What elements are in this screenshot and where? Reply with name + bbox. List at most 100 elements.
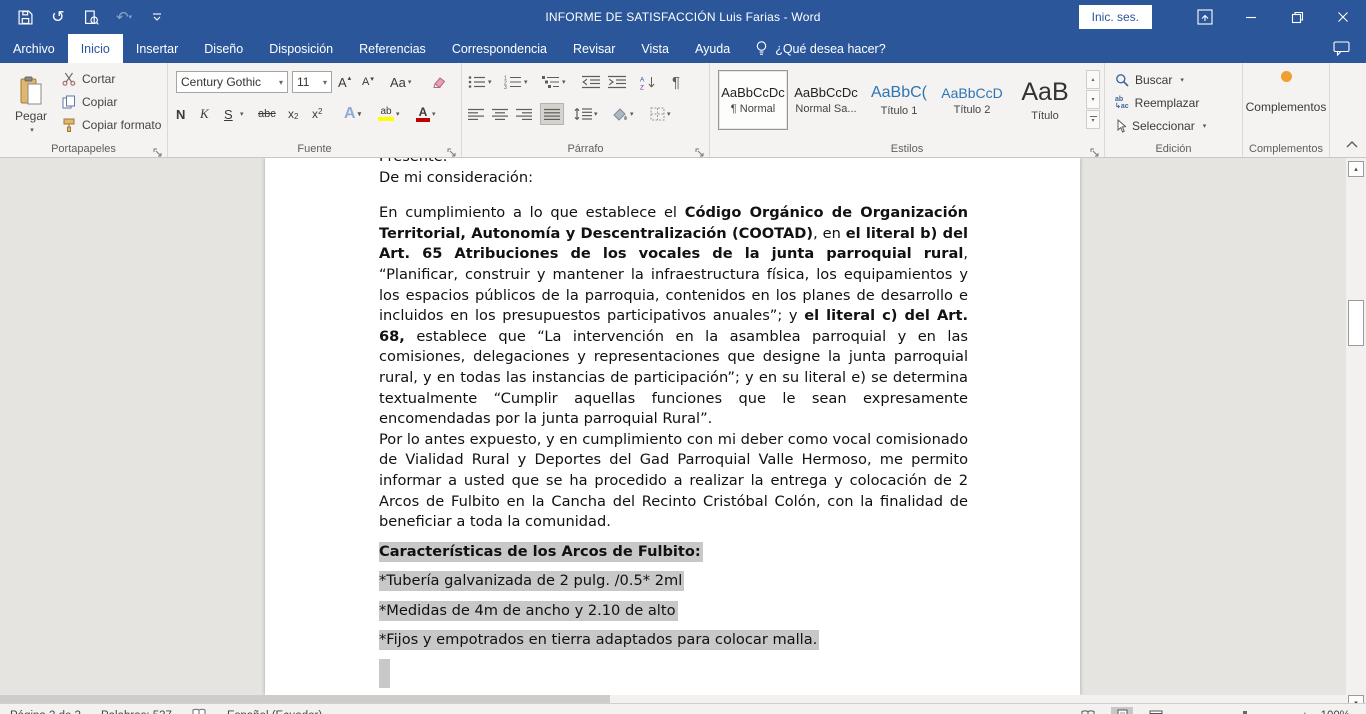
minimize-button[interactable] [1228, 0, 1274, 34]
tab-referencias[interactable]: Referencias [346, 34, 439, 63]
styles-scroll-up-icon[interactable]: ▴ [1086, 70, 1100, 89]
style-normal[interactable]: AaBbCcDc ¶ Normal [718, 70, 788, 130]
clipboard-dialog-launcher-icon[interactable] [153, 144, 163, 154]
show-paragraph-marks-button[interactable]: ¶ [672, 71, 680, 93]
styles-dialog-launcher-icon[interactable] [1090, 144, 1100, 154]
increase-indent-button[interactable] [608, 71, 626, 93]
bullet-list-icon [468, 75, 486, 89]
selected-item-fijos[interactable]: *Fijos y empotrados en tierra adaptados … [379, 630, 968, 651]
sign-in-button[interactable]: Inic. ses. [1079, 5, 1152, 29]
styles-gallery-more-icon[interactable]: ▾ [1086, 110, 1100, 129]
read-mode-icon[interactable] [1077, 707, 1099, 714]
bullets-button[interactable]: ▾ [468, 71, 492, 93]
selected-heading[interactable]: Características de los Arcos de Fulbito: [379, 542, 968, 563]
selected-item-medidas[interactable]: *Medidas de 4m de ancho y 2.10 de alto [379, 601, 968, 622]
superscript-button[interactable]: x2 [312, 103, 322, 125]
proofing-icon[interactable] [192, 708, 207, 714]
tab-disposicion[interactable]: Disposición [256, 34, 346, 63]
zoom-in-icon[interactable]: + [1301, 708, 1309, 714]
align-right-button[interactable] [516, 103, 532, 125]
horizontal-scrollbar-thumb[interactable] [0, 695, 610, 703]
collapse-ribbon-icon[interactable] [1346, 135, 1358, 153]
tab-revisar[interactable]: Revisar [560, 34, 628, 63]
bold-button[interactable]: N [176, 103, 185, 125]
shrink-font-button[interactable]: A▾ [362, 71, 374, 93]
style-titulo-2[interactable]: AaBbCcD Título 2 [937, 70, 1007, 130]
vertical-scrollbar[interactable]: ▴ ▾ [1346, 158, 1366, 714]
tab-archivo[interactable]: Archivo [0, 34, 68, 63]
borders-button[interactable]: ▾ [650, 103, 671, 125]
paragraph-cumplimiento[interactable]: En cumplimiento a lo que establece el Có… [379, 203, 968, 430]
scissors-icon [62, 72, 76, 86]
font-dialog-launcher-icon[interactable] [447, 144, 457, 154]
justify-button[interactable] [540, 103, 564, 125]
font-name-combo[interactable]: Century Gothic ▾ [176, 71, 288, 93]
find-button[interactable]: Buscar ▾ [1115, 73, 1184, 87]
style-titulo-1[interactable]: AaBbC( Título 1 [864, 70, 934, 130]
close-button[interactable] [1320, 0, 1366, 34]
zoom-percentage[interactable]: 100% [1321, 710, 1350, 714]
paste-button[interactable]: Pegar ▾ [8, 69, 54, 141]
font-size-combo[interactable]: 11 ▾ [292, 71, 332, 93]
text-effects-button[interactable]: A▾ [344, 103, 361, 125]
comments-icon[interactable] [1333, 34, 1366, 63]
tell-me-box[interactable]: ¿Qué desea hacer? [743, 34, 898, 63]
tab-inicio[interactable]: Inicio [68, 34, 123, 63]
web-layout-icon[interactable] [1145, 707, 1167, 714]
select-button[interactable]: Seleccionar ▾ [1115, 119, 1206, 133]
font-color-button[interactable]: A ▾ [416, 103, 436, 125]
selected-empty-paragraph[interactable] [379, 659, 390, 688]
page-indicator[interactable]: Página 2 de 3 [10, 710, 81, 714]
print-layout-icon[interactable] [1111, 707, 1133, 714]
document-page[interactable]: Presente. - De mi consideración: En cump… [265, 158, 1080, 695]
highlight-color-button[interactable]: ab ▾ [378, 103, 400, 125]
tab-vista[interactable]: Vista [628, 34, 682, 63]
strikethrough-button[interactable]: abc [258, 103, 276, 125]
cut-label: Cortar [82, 72, 115, 86]
underline-options-chevron[interactable]: ▾ [238, 103, 244, 125]
multilevel-list-button[interactable]: ▾ [542, 71, 566, 93]
scroll-up-icon[interactable]: ▴ [1348, 161, 1364, 177]
style-titulo[interactable]: AaB Título [1010, 70, 1080, 130]
zoom-out-icon[interactable]: − [1179, 708, 1187, 714]
language-indicator[interactable]: Español (Ecuador) [227, 710, 322, 714]
styles-scroll-down-icon[interactable]: ▾ [1086, 90, 1100, 109]
horizontal-scrollbar[interactable] [0, 695, 1346, 703]
replace-button[interactable]: ab↳ac Reemplazar [1115, 96, 1199, 110]
tab-ayuda[interactable]: Ayuda [682, 34, 743, 63]
tab-diseno[interactable]: Diseño [191, 34, 256, 63]
numbering-button[interactable]: 123 ▾ [504, 71, 528, 93]
svg-text:A: A [640, 76, 645, 83]
line-spacing-button[interactable]: ▾ [574, 103, 598, 125]
paragraph-dialog-launcher-icon[interactable] [695, 144, 705, 154]
underline-button[interactable]: S [224, 103, 233, 125]
vertical-scrollbar-thumb[interactable] [1348, 300, 1364, 346]
tab-insertar[interactable]: Insertar [123, 34, 191, 63]
align-left-button[interactable] [468, 103, 484, 125]
selected-item-tuberia[interactable]: *Tubería galvanizada de 2 pulg. /0.5* 2m… [379, 571, 968, 592]
addin-dot-icon [1281, 71, 1292, 82]
copy-button[interactable]: Copiar [62, 95, 117, 109]
subscript-button[interactable]: x2 [288, 103, 298, 125]
style-normal-sa[interactable]: AaBbCcDc Normal Sa... [791, 70, 861, 130]
clear-formatting-button[interactable] [430, 71, 446, 93]
paragraph-por-lo-antes[interactable]: Por lo antes expuesto, y en cumplimiento… [379, 430, 968, 533]
restore-button[interactable] [1274, 0, 1320, 34]
grow-font-button[interactable]: A▴ [338, 71, 351, 93]
ribbon-display-options-icon[interactable] [1182, 0, 1228, 34]
sort-button[interactable]: AZ [640, 71, 656, 93]
word-count[interactable]: Palabras: 537 [101, 710, 172, 714]
align-center-button[interactable] [492, 103, 508, 125]
paragraph-consideracion[interactable]: De mi consideración: [379, 168, 968, 189]
tab-correspondencia[interactable]: Correspondencia [439, 34, 560, 63]
change-case-button[interactable]: Aa▾ [390, 71, 411, 93]
addins-button-label: Complementos [1246, 100, 1327, 114]
format-painter-button[interactable]: Copiar formato [62, 118, 161, 132]
shading-button[interactable]: ▾ [612, 103, 634, 125]
cut-button[interactable]: Cortar [62, 72, 115, 86]
addins-button[interactable]: Complementos [1243, 71, 1329, 114]
paragraph-presente[interactable]: Presente. - [379, 158, 968, 168]
zoom-slider-knob[interactable] [1243, 711, 1247, 714]
decrease-indent-button[interactable] [582, 71, 600, 93]
italic-button[interactable]: K [200, 103, 209, 125]
